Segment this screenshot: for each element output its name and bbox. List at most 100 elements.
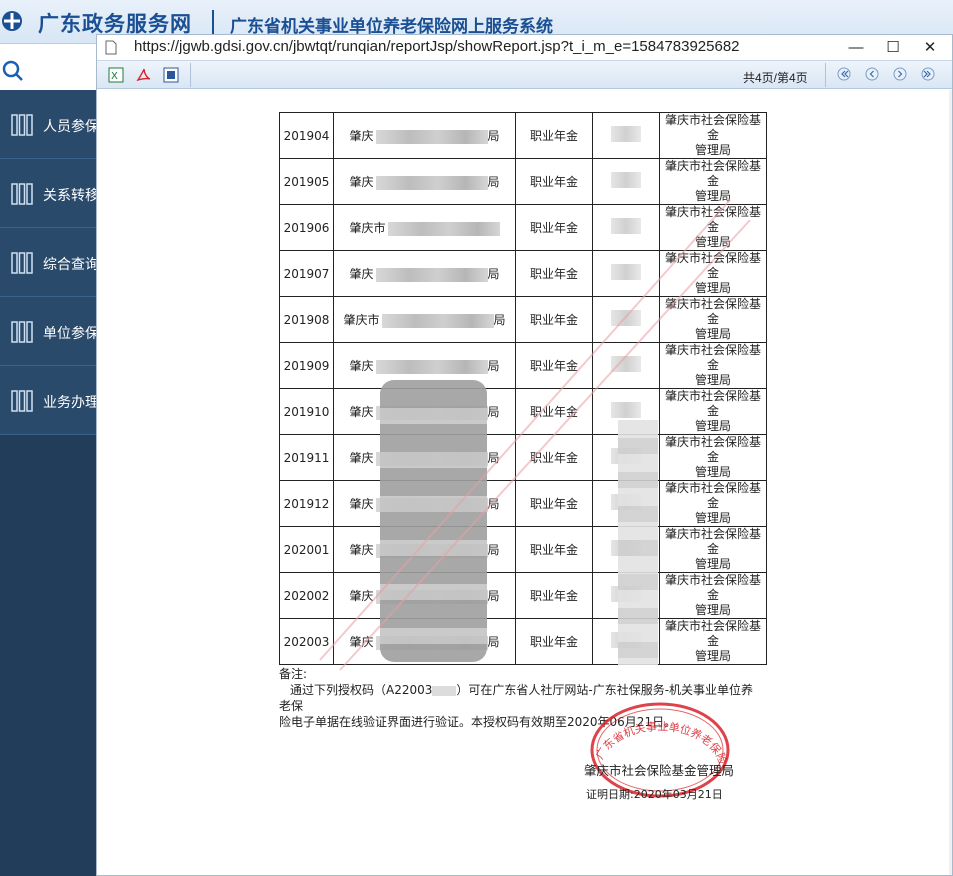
- table-row: 202003 肇庆 局 职业年金 肇庆市社会保险基金管理局: [279, 618, 767, 665]
- org-line: 金: [706, 634, 719, 648]
- month-cell: 202003: [279, 618, 334, 665]
- table-row: 201907 肇庆 局 职业年金 肇庆市社会保险基金管理局: [279, 250, 767, 297]
- redaction-blur: [375, 129, 488, 144]
- org-cell: 肇庆市社会保险基金管理局: [659, 204, 767, 251]
- report-toolbar: X 共4页/第4页: [97, 60, 952, 89]
- grid-icon: [11, 114, 33, 136]
- org-line: 金: [706, 542, 719, 556]
- org-line: 肇庆市社会保险基: [664, 619, 761, 634]
- svg-text:X: X: [111, 71, 118, 82]
- unit-suffix: 局: [487, 543, 500, 557]
- table-row: 201906 肇庆市 职业年金 肇庆市社会保险基金管理局: [279, 204, 767, 251]
- org-line: 肇庆市社会保险基: [664, 297, 761, 312]
- org-line: 管理局: [694, 649, 731, 663]
- unit-prefix: 肇庆: [349, 451, 374, 465]
- org-line: 管理局: [694, 189, 731, 203]
- org-cell: 肇庆市社会保险基金管理局: [659, 526, 767, 573]
- month-cell: 201911: [279, 434, 334, 481]
- org-line: 管理局: [694, 603, 731, 617]
- search-icon[interactable]: [2, 60, 24, 82]
- word-export-icon[interactable]: [163, 67, 179, 83]
- amount-cell: [592, 342, 660, 389]
- redaction-blur: [381, 313, 494, 328]
- sidebar-item-query[interactable]: 综合查询: [0, 228, 96, 297]
- org-cell: 肇庆市社会保险基金管理局: [659, 388, 767, 435]
- unit-suffix: 局: [487, 359, 500, 373]
- next-page-icon[interactable]: [893, 67, 907, 81]
- sidebar: 人员参保 关系转移 综合查询 单位参保 业务办理: [0, 90, 96, 876]
- org-line: 肇庆市社会保险基: [664, 481, 761, 496]
- org-cell: 肇庆市社会保险基金管理局: [659, 250, 767, 297]
- sidebar-item-label: 关系转移: [43, 188, 96, 204]
- prev-page-icon[interactable]: [865, 67, 879, 81]
- org-line: 管理局: [694, 235, 731, 249]
- maximize-button[interactable]: ☐: [880, 37, 906, 59]
- redaction-blur: [611, 356, 641, 372]
- amount-cell: [592, 112, 660, 159]
- table-row: 201904 肇庆 局 职业年金 肇庆市社会保险基金管理局: [279, 112, 767, 159]
- org-line: 管理局: [694, 557, 731, 571]
- unit-suffix: 局: [487, 267, 500, 281]
- amount-cell: [592, 204, 660, 251]
- close-button[interactable]: ✕: [917, 37, 943, 59]
- org-line: 金: [706, 312, 719, 326]
- org-cell: 肇庆市社会保险基金管理局: [659, 296, 767, 343]
- redaction-blur: [375, 267, 488, 282]
- org-line: 肇庆市社会保险基: [664, 435, 761, 450]
- redaction-blur: [611, 310, 641, 326]
- contribution-table: 201904 肇庆局职业年金 肇庆市社会保险基金管理局 201905 肇庆局职业年金 肇庆…: [279, 112, 767, 665]
- last-page-icon[interactable]: [921, 67, 935, 81]
- minimize-button[interactable]: —: [843, 37, 869, 59]
- table-row: 201905 肇庆 局 职业年金 肇庆市社会保险基金管理局: [279, 158, 767, 205]
- unit-cell: 肇庆 局: [333, 112, 516, 159]
- sidebar-item-business[interactable]: 业务办理: [0, 366, 96, 435]
- amount-cell: [592, 158, 660, 205]
- sidebar-item-personnel[interactable]: 人员参保: [0, 90, 96, 159]
- org-cell: 肇庆市社会保险基金管理局: [659, 618, 767, 665]
- redaction-blur: [432, 685, 457, 696]
- unit-prefix: 肇庆: [349, 497, 374, 511]
- org-line: 金: [706, 358, 719, 372]
- redaction-blur: [375, 359, 488, 374]
- type-cell: 职业年金: [515, 158, 593, 205]
- org-cell: 肇庆市社会保险基金管理局: [659, 572, 767, 619]
- grid-icon: [11, 321, 33, 343]
- month-cell: 201910: [279, 388, 334, 435]
- month-cell: 202001: [279, 526, 334, 573]
- org-cell: 肇庆市社会保险基金管理局: [659, 434, 767, 481]
- sidebar-item-label: 人员参保: [43, 119, 96, 135]
- org-line: 管理局: [694, 465, 731, 479]
- unit-prefix: 肇庆: [349, 589, 374, 603]
- header-divider: [212, 10, 214, 34]
- toolbar-divider: [825, 63, 826, 87]
- excel-export-icon[interactable]: X: [108, 67, 124, 83]
- type-cell: 职业年金: [515, 572, 593, 619]
- unit-suffix: 局: [487, 129, 500, 143]
- redaction-blur: [618, 420, 658, 665]
- signature-org: 肇庆市社会保险基金管理局: [584, 763, 735, 778]
- org-line: 金: [706, 496, 719, 510]
- month-cell: 202002: [279, 572, 334, 619]
- sidebar-item-transfer[interactable]: 关系转移: [0, 159, 96, 228]
- month-cell: 201904: [279, 112, 334, 159]
- org-line: 管理局: [694, 373, 731, 387]
- unit-suffix: 局: [487, 405, 500, 419]
- month-cell: 201909: [279, 342, 334, 389]
- report-scrollbar[interactable]: [949, 90, 952, 875]
- org-line: 金: [706, 404, 719, 418]
- pdf-export-icon[interactable]: [136, 67, 152, 83]
- redaction-blur: [611, 126, 641, 142]
- unit-suffix: 局: [487, 635, 500, 649]
- type-cell: 职业年金: [515, 618, 593, 665]
- month-cell: 201907: [279, 250, 334, 297]
- org-line: 管理局: [694, 511, 731, 525]
- sidebar-item-label: 综合查询: [43, 257, 96, 273]
- url-address[interactable]: https://jgwb.gdsi.gov.cn/jbwtqt/runqian/…: [134, 38, 740, 55]
- sidebar-item-unit[interactable]: 单位参保: [0, 297, 96, 366]
- type-cell: 职业年金: [515, 204, 593, 251]
- first-page-icon[interactable]: [837, 67, 851, 81]
- unit-cell: 肇庆市: [333, 204, 516, 251]
- org-line: 管理局: [694, 419, 731, 433]
- table-row: 201909 肇庆 局 职业年金 肇庆市社会保险基金管理局: [279, 342, 767, 389]
- table-row: 202001 肇庆 局 职业年金 肇庆市社会保险基金管理局: [279, 526, 767, 573]
